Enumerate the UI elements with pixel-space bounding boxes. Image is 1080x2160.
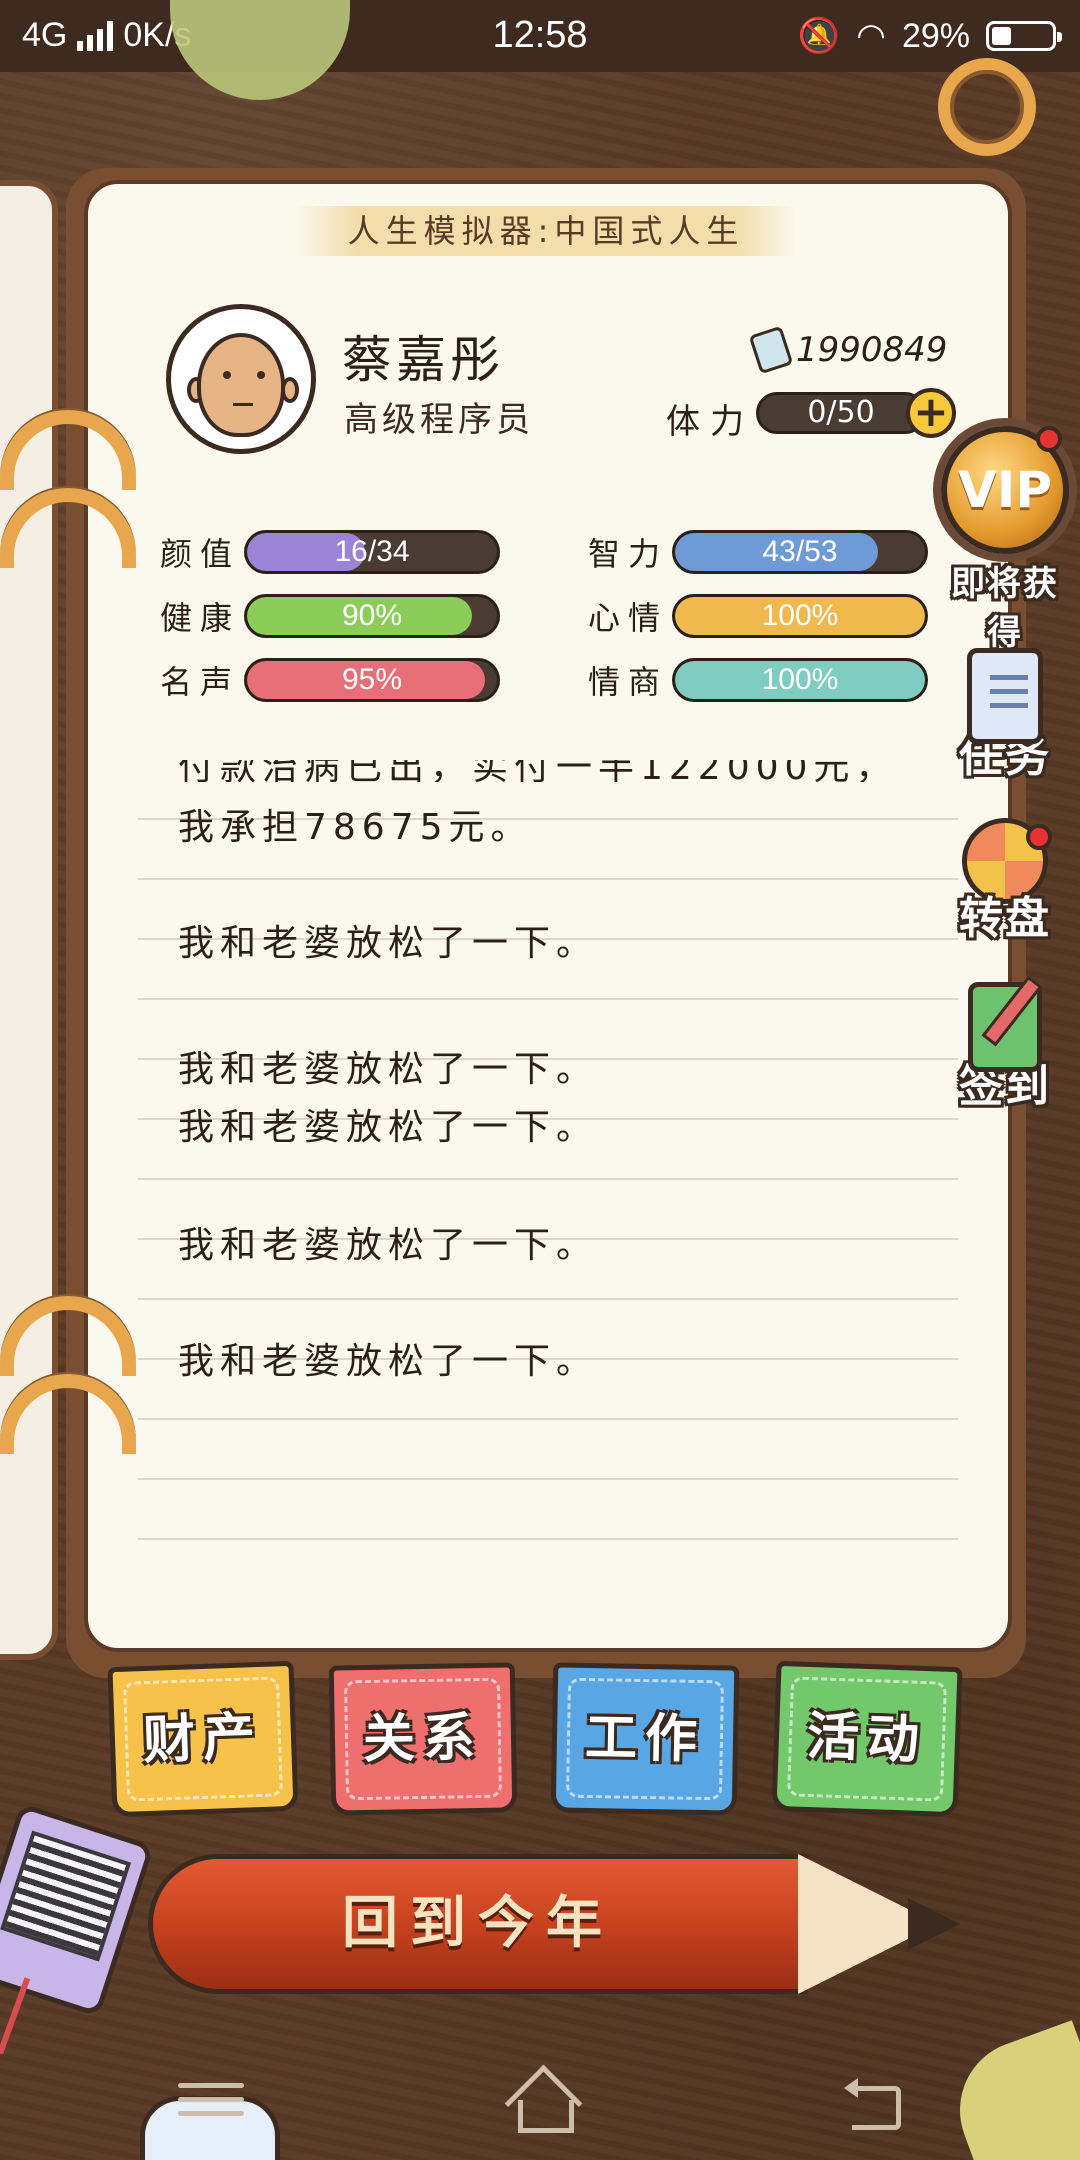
stat-mood: 心情 100% bbox=[588, 594, 928, 638]
stamina-bar: 0/50 bbox=[756, 392, 926, 434]
stat-bar: 90% bbox=[244, 594, 500, 638]
stat-label: 心情 bbox=[588, 599, 669, 637]
stat-label: 名声 bbox=[160, 663, 241, 701]
money-amount: 1990849 bbox=[796, 330, 948, 370]
clipboard-icon bbox=[967, 648, 1043, 744]
battery-icon bbox=[986, 21, 1062, 51]
stat-eq: 情商 100% bbox=[588, 658, 928, 702]
notification-dot bbox=[1026, 824, 1052, 850]
log-line: 我和老婆放松了一下。 bbox=[178, 1049, 599, 1090]
avatar[interactable] bbox=[166, 304, 316, 454]
avatar-eye bbox=[257, 371, 265, 379]
stat-bar: 100% bbox=[672, 658, 928, 702]
stat-bar: 95% bbox=[244, 658, 500, 702]
stat-reputation: 名声 95% bbox=[160, 658, 500, 702]
stat-value: 43/53 bbox=[762, 535, 838, 568]
pencil-lead bbox=[908, 1898, 960, 1950]
wifi-icon: ◠ bbox=[856, 17, 886, 55]
wheel-button[interactable]: 转盘 bbox=[940, 818, 1070, 946]
tab-work[interactable]: 工作 bbox=[550, 1662, 740, 1816]
stat-intelligence: 智力 43/53 bbox=[588, 530, 928, 574]
stat-label: 智力 bbox=[588, 535, 669, 573]
stat-value: 16/34 bbox=[334, 535, 410, 568]
tab-relation[interactable]: 关系 bbox=[328, 1662, 518, 1816]
stat-label: 健康 bbox=[160, 599, 241, 637]
stat-bar: 43/53 bbox=[672, 530, 928, 574]
tab-asset[interactable]: 财产 bbox=[107, 1660, 299, 1818]
status-bar: 4G 0K/s 12:58 🔕 ◠ 29% bbox=[0, 0, 1080, 72]
notebook-lines bbox=[138, 760, 958, 1580]
stat-value: 100% bbox=[761, 599, 839, 632]
signin-book-icon bbox=[968, 982, 1042, 1072]
avatar-eye bbox=[223, 371, 231, 379]
avatar-head bbox=[197, 333, 285, 437]
vip-button[interactable]: VIP 即将获得 bbox=[940, 426, 1070, 654]
character-job: 高级程序员 bbox=[344, 400, 534, 440]
notification-dot bbox=[1036, 426, 1062, 452]
log-line: 我和老婆放松了一下。 bbox=[178, 1225, 599, 1266]
avatar-mouth bbox=[233, 403, 253, 406]
ring-decoration bbox=[938, 58, 1036, 156]
log-line-partial: 付款治病已出，实付一半122000元， bbox=[178, 760, 938, 782]
stat-label: 情商 bbox=[588, 663, 669, 701]
stat-value: 100% bbox=[761, 663, 839, 696]
character-name: 蔡嘉彤 bbox=[342, 331, 504, 389]
stamina-label: 体力 bbox=[666, 402, 754, 442]
vip-label: 即将获得 bbox=[951, 564, 1059, 653]
game-title: 人生模拟器:中国式人生 bbox=[296, 206, 796, 256]
stat-bar: 16/34 bbox=[244, 530, 500, 574]
back-to-this-year-label: 回到今年 bbox=[342, 1891, 614, 1956]
menu-icon[interactable] bbox=[178, 2074, 244, 2134]
log-line-partial-text: 付款治病已出，实付一半122000元， bbox=[178, 760, 898, 782]
task-button[interactable]: 任务 bbox=[940, 648, 1070, 784]
log-line: 我和老婆放松了一下。 bbox=[178, 1107, 599, 1148]
stat-label: 颜值 bbox=[160, 535, 241, 573]
log-line: 我承担78675元。 bbox=[178, 807, 533, 848]
back-icon[interactable] bbox=[842, 2074, 902, 2134]
signin-button[interactable]: 签到 bbox=[940, 982, 1070, 1114]
leaf-decoration bbox=[170, 0, 350, 100]
log-line: 我和老婆放松了一下。 bbox=[178, 1341, 599, 1382]
stat-health: 健康 90% bbox=[160, 594, 500, 638]
qr-code-icon bbox=[0, 1830, 132, 1962]
log-line: 我和老婆放松了一下。 bbox=[178, 923, 599, 964]
wheel-label: 转盘 bbox=[959, 893, 1051, 944]
life-log[interactable]: 付款治病已出，实付一半122000元， 我承担78675元。 我和老婆放松了一下… bbox=[138, 760, 958, 1580]
mute-icon: 🔕 bbox=[797, 17, 841, 55]
stat-value: 90% bbox=[341, 599, 403, 632]
stat-appearance: 颜值 16/34 bbox=[160, 530, 500, 574]
stat-value: 95% bbox=[341, 663, 403, 696]
back-to-this-year-button[interactable]: 回到今年 bbox=[148, 1854, 960, 1994]
home-icon[interactable] bbox=[508, 2074, 574, 2134]
battery-percent: 29% bbox=[901, 16, 970, 55]
status-right: 🔕 ◠ 29% bbox=[797, 16, 1062, 56]
stat-bar: 100% bbox=[672, 594, 928, 638]
tab-activity[interactable]: 活动 bbox=[771, 1660, 963, 1818]
system-nav-bar bbox=[0, 2048, 1080, 2160]
